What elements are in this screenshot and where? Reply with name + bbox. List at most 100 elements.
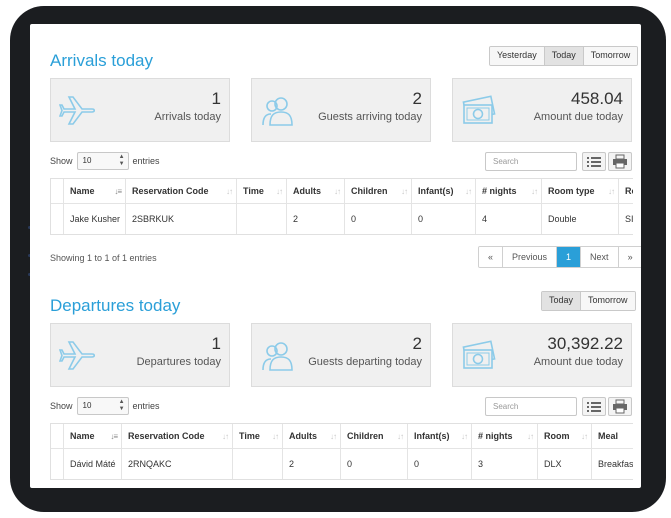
col-reservation-code[interactable]: Reservation Code ↓↑ <box>125 179 236 203</box>
print-button[interactable] <box>608 397 632 416</box>
col-time[interactable]: Time ↓↑ <box>232 424 282 448</box>
col-children[interactable]: Children ↓↑ <box>340 424 407 448</box>
cell-name: Jake Kusher <box>63 204 125 234</box>
col-room-type[interactable]: Room type ↓↑ <box>541 179 618 203</box>
departures-search-input[interactable]: Search <box>485 397 577 416</box>
page-1-button[interactable]: 1 <box>556 247 581 267</box>
col-infants[interactable]: Infant(s) ↓↑ <box>411 179 475 203</box>
tomorrow-button[interactable]: Tomorrow <box>582 47 638 65</box>
guests-arriving-count: 2 <box>412 89 422 108</box>
cell-nights: 3 <box>471 449 537 479</box>
printer-icon <box>613 399 627 414</box>
cell-adults: 2 <box>282 449 340 479</box>
airplane-icon <box>59 341 95 370</box>
arrivals-count: 1 <box>211 89 221 108</box>
list-view-button[interactable] <box>582 152 606 171</box>
arrivals-search-input[interactable]: Search <box>485 152 577 171</box>
today-button[interactable]: Today <box>543 47 583 65</box>
departures-entries-select[interactable]: 10 ▲ ▼ <box>76 397 129 415</box>
cell-infants: 0 <box>407 449 471 479</box>
money-icon <box>462 95 496 124</box>
cell-room-type: Double <box>541 204 618 234</box>
cell-name: Dávid Máté <box>63 449 121 479</box>
guests-arriving-label: Guests arriving today <box>318 111 422 123</box>
departures-table-header: Name ↓≡ Reservation Code ↓↑ Time ↓↑ Adults ↓… <box>51 424 633 449</box>
cell-room: SI <box>618 204 633 234</box>
cell-meal: Breakfas <box>591 449 633 479</box>
departures-amount-due-label: Amount due today <box>533 356 623 368</box>
arrivals-table-header: Name ↓≡ Reservation Code ↓↑ Time ↓↑ Adults ↓… <box>51 179 633 204</box>
stat-card-departures: 1 Departures today <box>50 323 230 387</box>
select-caret-icon: ▲ ▼ <box>118 399 125 412</box>
stat-card-guests-departing: 2 Guests departing today <box>251 323 431 387</box>
cell-room: DLX <box>537 449 591 479</box>
arrivals-day-toggle: Yesterday Today Tomorrow <box>489 46 639 66</box>
cell-infants: 0 <box>411 204 475 234</box>
amount-due-label: Amount due today <box>533 111 623 123</box>
departures-label: Departures today <box>136 356 221 368</box>
printer-icon <box>613 154 627 169</box>
expand-column <box>51 179 63 203</box>
stat-card-departures-amount-due: 30,392.22 Amount due today <box>452 323 632 387</box>
entries-value: 10 <box>82 401 92 410</box>
select-caret-icon: ▲ ▼ <box>118 154 125 167</box>
today-button[interactable]: Today <box>542 292 581 310</box>
entries-value: 10 <box>82 156 92 165</box>
stat-card-guests-arriving: 2 Guests arriving today <box>251 78 431 142</box>
tomorrow-button[interactable]: Tomorrow <box>580 292 635 310</box>
airplane-icon <box>59 96 95 125</box>
show-label: Show <box>50 401 73 411</box>
amount-due-value: 458.04 <box>571 89 623 108</box>
show-label: Show <box>50 156 73 166</box>
next-button[interactable]: Next <box>580 247 618 267</box>
col-name[interactable]: Name ↓≡ <box>63 424 121 448</box>
col-nights[interactable]: # nights ↓↑ <box>475 179 541 203</box>
guests-icon <box>262 342 293 371</box>
col-reservation-code[interactable]: Reservation Code ↓↑ <box>121 424 232 448</box>
entries-label: entries <box>132 156 160 166</box>
col-room[interactable]: Ro <box>618 179 633 203</box>
list-view-button[interactable] <box>582 397 606 416</box>
cell-children: 0 <box>344 204 411 234</box>
cell-time <box>232 449 282 479</box>
guests-departing-count: 2 <box>412 334 422 353</box>
stat-card-arrivals: 1 Arrivals today <box>50 78 230 142</box>
col-adults[interactable]: Adults ↓↑ <box>282 424 340 448</box>
list-icon <box>587 402 601 412</box>
cell-adults: 2 <box>286 204 344 234</box>
print-button[interactable] <box>608 152 632 171</box>
col-infants[interactable]: Infant(s) ↓↑ <box>407 424 471 448</box>
table-row[interactable]: Jake Kusher 2SBRKUK 2 0 0 4 Double SI <box>51 204 633 234</box>
screen: Arrivals today Yesterday Today Tomorrow … <box>30 24 641 488</box>
departures-table: Name ↓≡ Reservation Code ↓↑ Time ↓↑ Adults ↓… <box>50 423 633 480</box>
departures-count: 1 <box>211 334 221 353</box>
arrivals-length-control: Show 10 ▲ ▼ entries <box>50 152 160 170</box>
arrivals-table-info: Showing 1 to 1 of 1 entries <box>50 253 157 263</box>
col-room[interactable]: Room ↓↑ <box>537 424 591 448</box>
col-time[interactable]: Time ↓↑ <box>236 179 286 203</box>
cell-reservation-code: 2RNQAKC <box>121 449 232 479</box>
first-page-button[interactable]: « <box>479 247 503 267</box>
guests-icon <box>262 97 293 126</box>
arrivals-table: Name ↓≡ Reservation Code ↓↑ Time ↓↑ Adults ↓… <box>50 178 633 235</box>
expand-column <box>51 424 63 448</box>
arrivals-pagination: « Previous 1 Next » <box>478 246 641 268</box>
col-children[interactable]: Children ↓↑ <box>344 179 411 203</box>
cell-reservation-code: 2SBRKUK <box>125 204 236 234</box>
arrivals-entries-select[interactable]: 10 ▲ ▼ <box>76 152 129 170</box>
col-nights[interactable]: # nights ↓↑ <box>471 424 537 448</box>
departures-title: Departures today <box>50 296 181 315</box>
col-name[interactable]: Name ↓≡ <box>63 179 125 203</box>
money-icon <box>462 340 496 369</box>
yesterday-button[interactable]: Yesterday <box>490 47 544 65</box>
col-adults[interactable]: Adults ↓↑ <box>286 179 344 203</box>
last-page-button[interactable]: » <box>617 247 641 267</box>
stat-card-amount-due: 458.04 Amount due today <box>452 78 632 142</box>
departures-length-control: Show 10 ▲ ▼ entries <box>50 397 160 415</box>
table-row[interactable]: Dávid Máté 2RNQAKC 2 0 0 3 DLX Breakfas <box>51 449 633 479</box>
cell-time <box>236 204 286 234</box>
col-meal[interactable]: Meal <box>591 424 633 448</box>
previous-button[interactable]: Previous <box>502 247 557 267</box>
departures-amount-due-value: 30,392.22 <box>547 334 623 353</box>
list-icon <box>587 157 601 167</box>
